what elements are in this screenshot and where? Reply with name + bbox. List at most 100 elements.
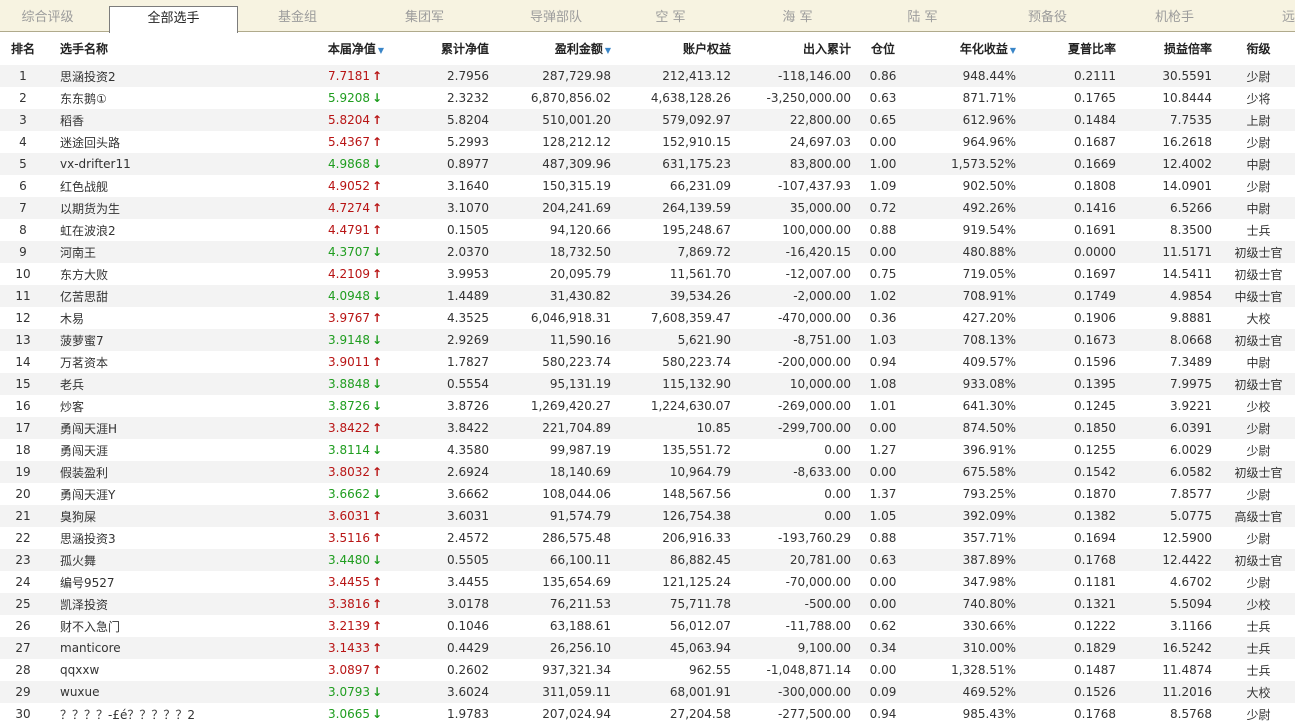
table-row[interactable]: 20 勇闯天涯Y 3.6662 ↓ 3.6662 108,044.06 148,567.56… [0, 483, 1295, 505]
table-row[interactable]: 21 臭狗屎 3.6031 ↑ 3.6031 91,574.79 126,754.38 0.0… [0, 505, 1295, 527]
cell-name[interactable]: 勇闯天涯H [46, 417, 236, 439]
cell-name[interactable]: 菠萝蜜7 [46, 329, 236, 351]
cell-nav: 4.7274 ↑ [236, 197, 388, 219]
tab-8[interactable]: 预备役 [1000, 0, 1095, 31]
table-row[interactable]: 24 编号9527 3.4455 ↑ 3.4455 135,654.69 121,125.2… [0, 571, 1295, 593]
sort-desc-icon[interactable]: ▼ [1010, 46, 1016, 55]
sort-desc-icon[interactable]: ▼ [378, 46, 384, 55]
table-row[interactable]: 16 炒客 3.8726 ↓ 3.8726 1,269,420.27 1,224,630.0… [0, 395, 1295, 417]
table-row[interactable]: 26 财不入急门 3.2139 ↑ 0.1046 63,188.61 56,012.07 -1… [0, 615, 1295, 637]
table-row[interactable]: 22 思涵投资3 3.5116 ↑ 2.4572 286,575.48 206,916.33… [0, 527, 1295, 549]
sort-desc-icon[interactable]: ▼ [605, 46, 611, 55]
table-row[interactable]: 3 稻香 5.8204 ↑ 5.8204 510,001.20 579,092.97 22,8… [0, 109, 1295, 131]
cell-name[interactable]: 以期货为生 [46, 197, 236, 219]
tab-6[interactable]: 海 军 [750, 0, 845, 31]
cell-name[interactable]: 假装盈利 [46, 461, 236, 483]
table-row[interactable]: 4 迷途回头路 5.4367 ↑ 5.2993 128,212.12 152,910.15 2… [0, 131, 1295, 153]
cell-name[interactable]: wuxue [46, 681, 236, 703]
table-row[interactable]: 19 假装盈利 3.8032 ↑ 2.6924 18,140.69 10,964.79 -8,… [0, 461, 1295, 483]
table-row[interactable]: 8 虹在波浪2 4.4791 ↑ 0.1505 94,120.66 195,248.67 10… [0, 219, 1295, 241]
table-row[interactable]: 29 wuxue 3.0793 ↓ 3.6024 311,059.11 68,001.91-… [0, 681, 1295, 703]
table-row[interactable]: 1 思涵投资2 7.7181 ↑ 2.7956 287,729.98 212,413.12-… [0, 65, 1295, 87]
table-row[interactable]: 30 ？？？？-£é？？？？？2 3.0665 ↓ 1.9783 207,024.94 27… [0, 703, 1295, 725]
tab-9[interactable]: 机枪手 [1127, 0, 1222, 31]
cell-cum-nav: 0.8977 [388, 153, 493, 175]
cell-name[interactable]: manticore [46, 637, 236, 659]
cell-equity: 115,132.90 [613, 373, 733, 395]
cell-nav: 4.4791 ↑ [236, 219, 388, 241]
arrow-down-icon: ↓ [372, 707, 383, 721]
cell-name[interactable]: 勇闯天涯Y [46, 483, 236, 505]
cell-equity: 66,231.09 [613, 175, 733, 197]
cell-name[interactable]: 红色战舰 [46, 175, 236, 197]
col-header-rank[interactable]: 排名 [0, 32, 46, 65]
cell-name[interactable]: 亿苦思甜 [46, 285, 236, 307]
cell-rank: 18 [0, 439, 46, 461]
cell-name[interactable]: 财不入急门 [46, 615, 236, 637]
cell-name[interactable]: 老兵 [46, 373, 236, 395]
cell-cum-nav: 3.8422 [388, 417, 493, 439]
cell-name[interactable]: 思涵投资2 [46, 65, 236, 87]
table-row[interactable]: 5 vx-drifter11 4.9868 ↓ 0.8977 487,309.96 631,… [0, 153, 1295, 175]
table-row[interactable]: 27 manticore 3.1433 ↑ 0.4429 26,256.10 45,063.… [0, 637, 1295, 659]
table-row[interactable]: 10 东方大败 4.2109 ↑ 3.9953 20,095.79 11,561.70 -12… [0, 263, 1295, 285]
table-row[interactable]: 13 菠萝蜜7 3.9148 ↓ 2.9269 11,590.16 5,621.90 -8,7… [0, 329, 1295, 351]
cell-name[interactable]: 稻香 [46, 109, 236, 131]
cell-annual: 612.96% [913, 109, 1030, 131]
col-header-inout[interactable]: 出入累计 [733, 32, 853, 65]
tab-0[interactable]: 综合评级 [0, 0, 95, 31]
tab-5[interactable]: 空 军 [623, 0, 718, 31]
cell-name[interactable]: 虹在波浪2 [46, 219, 236, 241]
cell-name[interactable]: 炒客 [46, 395, 236, 417]
col-header-position[interactable]: 仓位 [853, 32, 913, 65]
tab-10[interactable]: 远征 [1265, 0, 1295, 31]
cell-name[interactable]: vx-drifter11 [46, 153, 236, 175]
col-header-sharpe[interactable]: 夏普比率 [1030, 32, 1126, 65]
cell-name[interactable]: qqxxw [46, 659, 236, 681]
table-row[interactable]: 18 勇闯天涯 3.8114 ↓ 4.3580 99,987.19 135,551.72 0.… [0, 439, 1295, 461]
table-row[interactable]: 25 凯泽投资 3.3816 ↑ 3.0178 76,211.53 75,711.78 -50… [0, 593, 1295, 615]
cell-sharpe: 0.1765 [1030, 87, 1126, 109]
col-header-annual[interactable]: 年化收益 ▼ [913, 32, 1030, 65]
col-header-cum-nav[interactable]: 累计净值 [388, 32, 493, 65]
table-row[interactable]: 14 万茗资本 3.9011 ↑ 1.7827 580,223.74 580,223.74-… [0, 351, 1295, 373]
col-header-pl-ratio[interactable]: 损益倍率 [1126, 32, 1222, 65]
cell-name[interactable]: 编号9527 [46, 571, 236, 593]
table-row[interactable]: 23 孤火舞 3.4480 ↓ 0.5505 66,100.11 86,882.45 20,7… [0, 549, 1295, 571]
table-row[interactable]: 11 亿苦思甜 4.0948 ↓ 1.4489 31,430.82 39,534.26 -2,… [0, 285, 1295, 307]
tab-1[interactable]: 全部选手 [109, 6, 238, 33]
cell-name[interactable]: 河南王 [46, 241, 236, 263]
col-header-grade[interactable]: 衔级 [1222, 32, 1295, 65]
table-row[interactable]: 2 东东鹅① 5.9208 ↓ 2.3232 6,870,856.02 4,638,128.… [0, 87, 1295, 109]
cell-grade: 士兵 [1222, 659, 1295, 681]
col-header-nav[interactable]: 本届净值 ▼ [236, 32, 388, 65]
col-header-profit[interactable]: 盈利金额 ▼ [493, 32, 613, 65]
cell-name[interactable]: 东东鹅① [46, 87, 236, 109]
cell-equity: 4,638,128.26 [613, 87, 733, 109]
cell-name[interactable]: 勇闯天涯 [46, 439, 236, 461]
cell-name[interactable]: 东方大败 [46, 263, 236, 285]
table-row[interactable]: 17 勇闯天涯H 3.8422 ↑ 3.8422 221,704.89 10.85 -299,… [0, 417, 1295, 439]
table-row[interactable]: 9 河南王 4.3707 ↓ 2.0370 18,732.50 7,869.72 -16,42… [0, 241, 1295, 263]
col-header-equity[interactable]: 账户权益 [613, 32, 733, 65]
cell-name[interactable]: 木易 [46, 307, 236, 329]
cell-name[interactable]: ？？？？-£é？？？？？2 [46, 703, 236, 725]
cell-name[interactable]: 孤火舞 [46, 549, 236, 571]
table-row[interactable]: 28 qqxxw 3.0897 ↑ 0.2602 937,321.34 962.55 -1,0… [0, 659, 1295, 681]
cell-name[interactable]: 凯泽投资 [46, 593, 236, 615]
cell-name[interactable]: 迷途回头路 [46, 131, 236, 153]
table-row[interactable]: 15 老兵 3.8848 ↓ 0.5554 95,131.19 115,132.90 10,0… [0, 373, 1295, 395]
cell-name[interactable]: 臭狗屎 [46, 505, 236, 527]
cell-name[interactable]: 万茗资本 [46, 351, 236, 373]
tab-2[interactable]: 基金组 [250, 0, 345, 31]
arrow-up-icon: ↑ [372, 179, 383, 193]
table-row[interactable]: 12 木易 3.9767 ↑ 4.3525 6,046,918.31 7,608,359.4… [0, 307, 1295, 329]
col-header-name[interactable]: 选手名称 [46, 32, 236, 65]
table-row[interactable]: 6 红色战舰 4.9052 ↑ 3.1640 150,315.19 66,231.09 -10… [0, 175, 1295, 197]
cell-name[interactable]: 思涵投资3 [46, 527, 236, 549]
tab-7[interactable]: 陆 军 [875, 0, 970, 31]
tab-4[interactable]: 导弹部队 [499, 0, 613, 31]
cell-cum-nav: 0.5505 [388, 549, 493, 571]
table-row[interactable]: 7 以期货为生 4.7274 ↑ 3.1070 204,241.69 264,139.59 3… [0, 197, 1295, 219]
tab-3[interactable]: 集团军 [377, 0, 472, 31]
